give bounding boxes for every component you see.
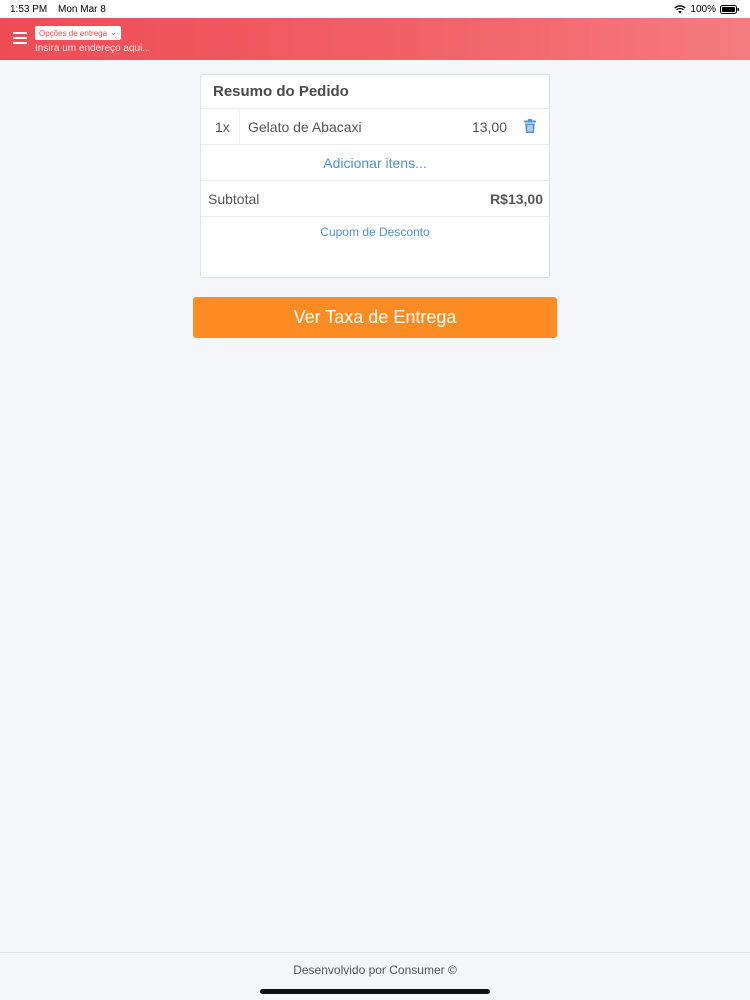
hamburger-menu-icon[interactable] [13, 32, 27, 44]
trash-icon[interactable] [523, 119, 537, 134]
item-name: Gelato de Abacaxi [248, 119, 362, 135]
view-delivery-fee-button[interactable]: Ver Taxa de Entrega [193, 297, 557, 338]
divider [239, 109, 240, 145]
subtotal-label: Subtotal [208, 191, 260, 207]
status-bar: 1:53 PM Mon Mar 8 100% [0, 0, 750, 18]
subtotal-row: Subtotal R$13,00 [201, 181, 549, 217]
order-summary-card: Resumo do Pedido 1x Gelato de Abacaxi 13… [200, 74, 550, 278]
item-price: 13,00 [471, 119, 507, 135]
app-header: Opções de entrega ⌄ [0, 18, 750, 60]
delivery-options-label: Opções de entrega [39, 28, 108, 38]
footer: Desenvolvido por Consumer © [0, 952, 750, 988]
divider [201, 216, 549, 217]
status-right: 100% [674, 4, 740, 15]
order-summary-title: Resumo do Pedido [213, 83, 349, 100]
address-input[interactable] [35, 41, 335, 55]
delivery-options-dropdown[interactable]: Opções de entrega ⌄ [35, 26, 121, 40]
status-time: 1:53 PM [10, 3, 48, 15]
discount-coupon-link[interactable]: Cupom de Desconto [201, 225, 549, 245]
chevron-down-icon: ⌄ [110, 28, 117, 37]
order-item-row: 1x Gelato de Abacaxi 13,00 [201, 109, 549, 145]
status-date: Mon Mar 8 [58, 3, 106, 15]
wifi-icon [674, 4, 687, 14]
status-left: 1:53 PM Mon Mar 8 [10, 4, 114, 15]
battery-icon [720, 4, 740, 14]
add-items-link[interactable]: Adicionar itens... [201, 145, 549, 181]
item-quantity: 1x [215, 119, 230, 135]
footer-text: Desenvolvido por Consumer © [293, 963, 457, 977]
subtotal-value: R$13,00 [490, 191, 543, 207]
battery-percent: 100% [690, 3, 716, 15]
home-indicator[interactable] [260, 989, 490, 994]
